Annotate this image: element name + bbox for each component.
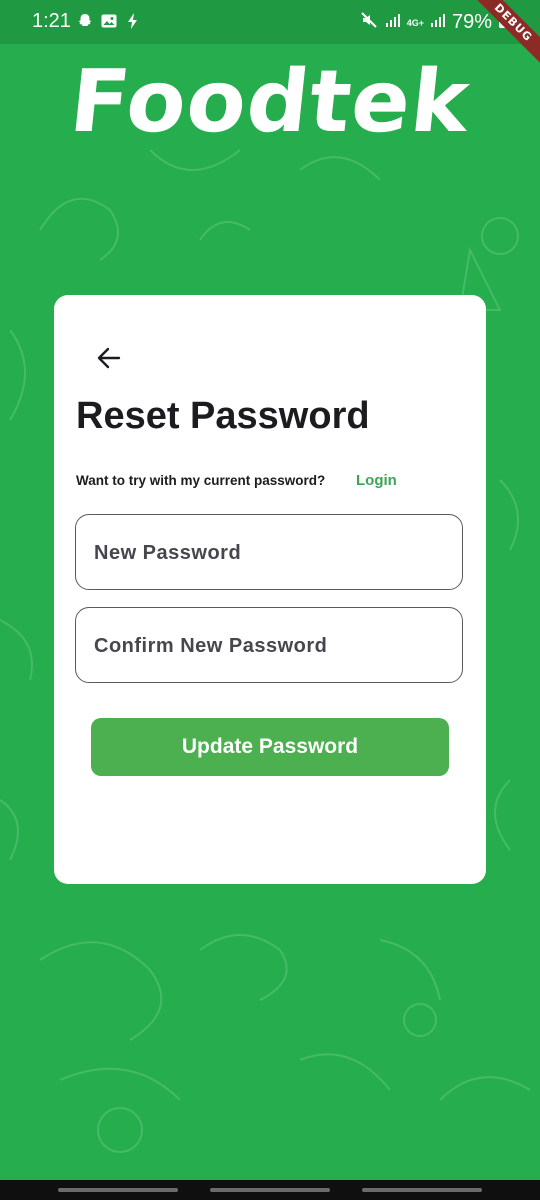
recents-handle[interactable]: [58, 1188, 178, 1192]
home-handle[interactable]: [210, 1188, 330, 1192]
system-indicators: 4G+ 79%: [359, 10, 510, 35]
arrow-left-icon: [97, 347, 121, 369]
status-bar: 1:21 4G+ 79% DEBUG: [0, 0, 540, 69]
gallery-icon: [100, 12, 118, 30]
signal-icon: [430, 12, 446, 33]
mute-icon: [359, 10, 379, 35]
login-hint-text: Want to try with my current password?: [76, 473, 326, 488]
update-password-button[interactable]: Update Password: [91, 718, 449, 776]
back-button[interactable]: [92, 341, 126, 375]
page-title: Reset Password: [76, 395, 370, 437]
login-hint-row: Want to try with my current password? Lo…: [76, 472, 466, 489]
signal-icon: [385, 12, 401, 33]
notification-icons: [76, 12, 142, 30]
app-logo: Foodtek: [65, 52, 475, 152]
snapchat-icon: [76, 12, 94, 30]
status-time: 1:21: [32, 10, 71, 32]
new-password-field[interactable]: [75, 514, 463, 591]
new-password-input[interactable]: [92, 515, 446, 591]
system-navigation-bar: [0, 1180, 540, 1200]
confirm-password-field[interactable]: [75, 607, 463, 684]
charging-icon: [124, 12, 142, 30]
battery-percent: 79%: [451, 11, 492, 33]
reset-password-card: Reset Password Want to try with my curre…: [54, 295, 486, 884]
network-type: 4G+: [406, 17, 424, 28]
confirm-password-input[interactable]: [92, 608, 446, 684]
login-link[interactable]: Login: [356, 472, 397, 489]
back-handle[interactable]: [362, 1188, 482, 1192]
